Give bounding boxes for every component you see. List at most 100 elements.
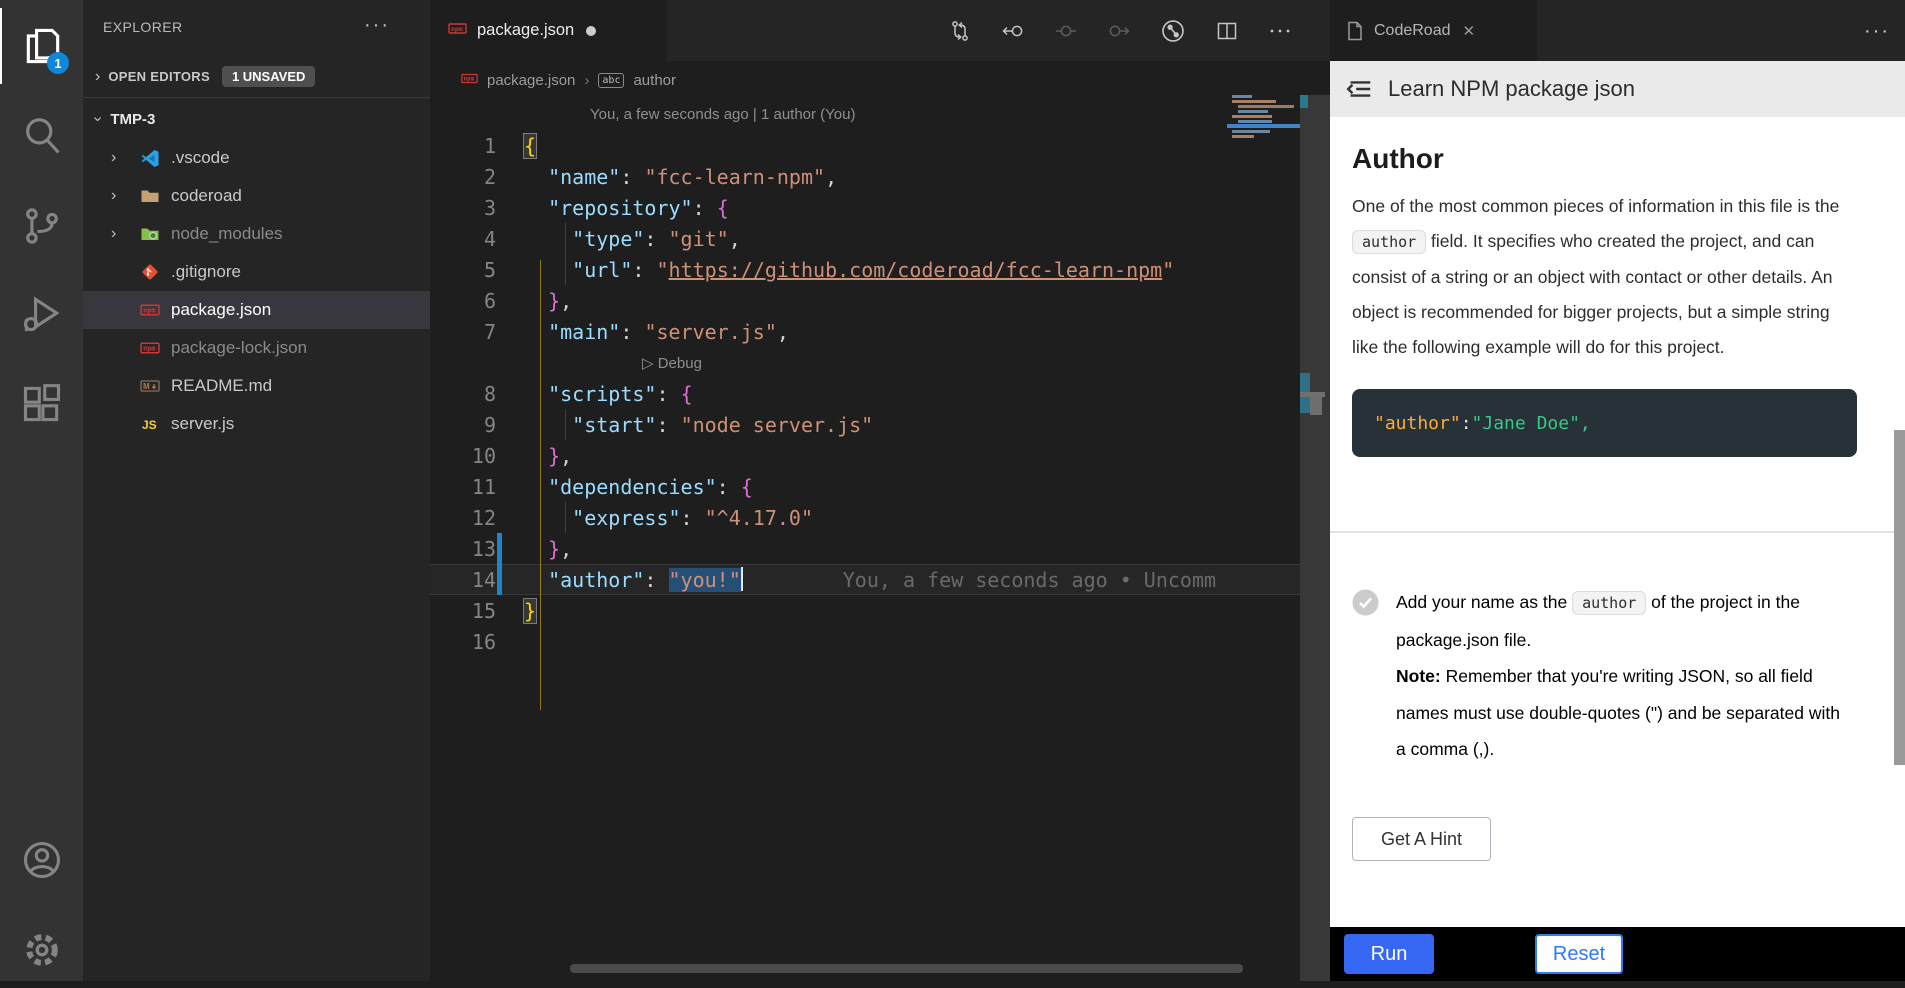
account-icon (20, 838, 64, 882)
overview-ruler[interactable] (1300, 95, 1330, 981)
horizontal-scrollbar[interactable] (570, 964, 1243, 973)
next-change-icon[interactable] (1107, 19, 1131, 43)
panel-scrollbar[interactable] (1894, 430, 1905, 765)
tab-package-json[interactable]: npm package.json (430, 0, 667, 61)
code-editor[interactable]: You, a few seconds ago | 1 author (You) … (430, 99, 1330, 657)
indent-guide (565, 223, 566, 285)
get-hint-button[interactable]: Get A Hint (1352, 817, 1491, 861)
code-line-16[interactable]: 16 (430, 626, 1330, 657)
lesson-paragraph: One of the most common pieces of informa… (1352, 189, 1857, 365)
line-number: 1 (430, 134, 496, 158)
tree-item--gitignore[interactable]: .gitignore (83, 253, 430, 291)
dirty-indicator-icon[interactable] (586, 26, 596, 36)
open-editors-section[interactable]: › OPEN EDITORS 1 UNSAVED (83, 60, 430, 93)
svg-text:npm: npm (143, 307, 155, 315)
npm-icon: npm (139, 299, 161, 321)
folder-root-tmp-3[interactable]: › TMP-3 (83, 100, 430, 138)
tab-coderoad[interactable]: CodeRoad ✕ (1330, 0, 1537, 61)
divider (83, 97, 430, 98)
explorer-sidebar: EXPLORER ··· › OPEN EDITORS 1 UNSAVED › … (83, 0, 430, 981)
root-folder-label: TMP-3 (110, 111, 155, 128)
open-editors-label: OPEN EDITORS (108, 69, 210, 84)
extensions-icon (20, 382, 64, 426)
activity-account-button[interactable] (0, 822, 83, 898)
file-label: package-lock.json (171, 338, 307, 358)
code-example-block: "author": "Jane Doe", (1352, 389, 1857, 457)
code-line-8[interactable]: 8 "scripts": { (430, 378, 1330, 409)
activity-run-debug-button[interactable] (0, 276, 83, 352)
breadcrumb-symbol[interactable]: author (633, 72, 676, 89)
node-icon (139, 223, 161, 245)
previous-change-icon[interactable] (1001, 19, 1025, 43)
code-line-13[interactable]: 13 }, (430, 533, 1330, 564)
svg-text:npm: npm (464, 76, 475, 82)
close-icon[interactable]: ✕ (1463, 22, 1476, 40)
code-line-2[interactable]: 2 "name": "fcc-learn-npm", (430, 161, 1330, 192)
reset-button[interactable]: Reset (1535, 934, 1623, 974)
activity-explorer-button[interactable]: 1 (0, 8, 83, 84)
code-line-1[interactable]: 1{ (430, 130, 1330, 161)
code-line-14[interactable]: 14 "author": "you!"You, a few seconds ag… (430, 564, 1330, 595)
activity-source-control-button[interactable] (0, 188, 83, 264)
activity-extensions-button[interactable] (0, 366, 83, 442)
npm-file-icon: npm (461, 70, 478, 91)
file-label: .gitignore (171, 262, 241, 282)
split-editor-icon[interactable] (1215, 19, 1239, 43)
vscode-icon (139, 147, 161, 169)
compare-changes-icon[interactable] (948, 19, 972, 43)
tree-item-server-js[interactable]: JSserver.js (83, 405, 430, 443)
text-cursor (741, 567, 743, 591)
divider (1330, 531, 1905, 533)
unsaved-count-badge: 1 (47, 52, 69, 74)
tree-item-coderoad[interactable]: › coderoad (83, 177, 430, 215)
debug-codelens[interactable]: ▷ Debug (642, 354, 702, 372)
coderoad-panel: CodeRoad ✕ ··· Learn NPM package json Au… (1330, 0, 1905, 981)
minimap[interactable] (1232, 95, 1300, 140)
more-actions-icon[interactable] (1268, 19, 1292, 43)
indent-guide (565, 409, 566, 440)
activity-settings-button[interactable] (0, 912, 83, 988)
unsaved-badge: 1 UNSAVED (222, 66, 315, 87)
chevron-right-icon: › (111, 187, 125, 205)
tree-item-node-modules[interactable]: ›node_modules (83, 215, 430, 253)
inline-code-chip: author (1572, 591, 1646, 615)
breadcrumb: npm package.json › abc author (461, 61, 676, 99)
run-button[interactable]: Run (1344, 934, 1434, 974)
code-line-15[interactable]: 15} (430, 595, 1330, 626)
activity-search-button[interactable] (0, 97, 83, 173)
line-number: 6 (430, 289, 496, 313)
timeline-icon[interactable] (1160, 18, 1186, 44)
line-number: 12 (430, 506, 496, 530)
lesson-title: Learn NPM package json (1388, 76, 1635, 102)
panel-more-actions-icon[interactable]: ··· (1864, 20, 1890, 43)
npm-file-icon: npm (448, 19, 467, 43)
explorer-more-actions-icon[interactable]: ··· (364, 14, 390, 37)
panel-tab-bar: CodeRoad ✕ ··· (1330, 0, 1905, 61)
editor-tab-bar: npm package.json (430, 0, 1330, 61)
back-to-lessons-icon[interactable] (1344, 74, 1374, 104)
code-line-6[interactable]: 6 }, (430, 285, 1330, 316)
file-label: coderoad (171, 186, 242, 206)
panel-footer: Run Reset (1330, 927, 1905, 981)
file-label: node_modules (171, 224, 283, 244)
code-line-3[interactable]: 3 "repository": { (430, 192, 1330, 223)
task-text: Add your name as the author of the proje… (1396, 584, 1851, 768)
breadcrumb-file[interactable]: package.json (487, 72, 575, 89)
line-number: 10 (430, 444, 496, 468)
code-line-7[interactable]: 7 "main": "server.js", (430, 316, 1330, 347)
explorer-title: EXPLORER (103, 19, 182, 35)
line-number: 4 (430, 227, 496, 251)
tree-item-package-json[interactable]: npmpackage.json (83, 291, 430, 329)
current-change-icon[interactable] (1054, 19, 1078, 43)
tree-item-package-lock-json[interactable]: npmpackage-lock.json (83, 329, 430, 367)
file-label: .vscode (171, 148, 230, 168)
code-line-10[interactable]: 10 }, (430, 440, 1330, 471)
codelens-blame[interactable]: You, a few seconds ago | 1 author (You) (590, 106, 855, 123)
search-icon (20, 113, 64, 157)
code-line-11[interactable]: 11 "dependencies": { (430, 471, 1330, 502)
tree-item-readme-md[interactable]: MREADME.md (83, 367, 430, 405)
tree-item--vscode[interactable]: ›.vscode (83, 139, 430, 177)
folder-icon (139, 185, 161, 207)
task-check-icon (1352, 589, 1379, 616)
source-control-icon (20, 204, 64, 248)
